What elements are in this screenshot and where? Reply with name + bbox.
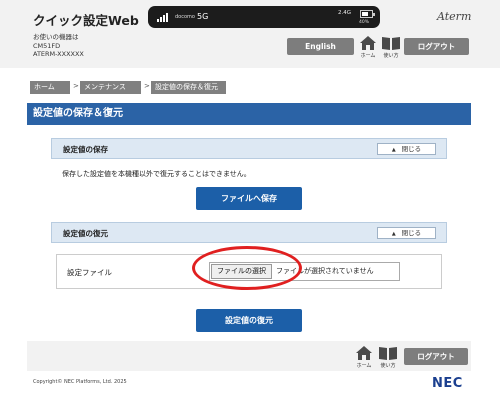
settings-file-label: 設定ファイル (67, 268, 112, 277)
close-label: 閉じる (401, 229, 422, 237)
device-name: ATERM-XXXXXX (33, 50, 84, 58)
save-section-close-button[interactable]: ▲ 閉じる (377, 143, 436, 155)
breadcrumb-separator: > (144, 82, 150, 90)
device-label: お使いの機器は (33, 33, 79, 41)
network-type: 5G (197, 12, 209, 21)
signal-icon (157, 13, 171, 22)
page-title: 設定値の保存＆復元 (27, 103, 471, 125)
help-link[interactable]: 使い方 (380, 35, 402, 59)
restore-settings-button[interactable]: 設定値の復元 (196, 309, 302, 332)
footer-help-label: 使い方 (380, 363, 396, 369)
book-icon (379, 347, 397, 360)
save-section-header: 設定値の保存 ▲ 閉じる (51, 138, 447, 159)
breadcrumb-home[interactable]: ホーム (30, 81, 70, 94)
home-icon (360, 36, 376, 50)
book-icon (382, 37, 400, 50)
brand-logo: Aterm (437, 10, 472, 23)
home-icon (356, 346, 372, 360)
footer-home-link[interactable]: ホーム (353, 345, 375, 369)
carrier-name: docomo (175, 14, 195, 20)
copyright: Copyright© NEC Platforms, Ltd. 2025 (33, 379, 127, 385)
breadcrumb-maintenance[interactable]: メンテナンス (80, 81, 141, 94)
app-title: クイック設定Web (33, 13, 139, 28)
footer-help-link[interactable]: 使い方 (377, 345, 399, 369)
highlight-circle (192, 246, 302, 290)
restore-section-close-button[interactable]: ▲ 閉じる (377, 227, 436, 239)
logout-button[interactable]: ログアウト (404, 38, 469, 55)
chevron-up-icon: ▲ (391, 147, 396, 153)
restore-section-title: 設定値の復元 (63, 229, 108, 238)
header-bar: クイック設定Web お使いの機器は CM51FD ATERM-XXXXXX do… (0, 0, 500, 68)
nec-logo: NEC (432, 376, 463, 391)
battery-icon (360, 10, 375, 18)
wifi-band: 2.4G (338, 10, 352, 16)
save-note: 保存した設定値を本機種以外で復元することはできません。 (62, 170, 251, 178)
breadcrumb-current: 設定値の保存＆復元 (151, 81, 226, 94)
chevron-up-icon: ▲ (391, 231, 396, 237)
battery-percent: 40% (359, 20, 370, 25)
device-info: お使いの機器は CM51FD ATERM-XXXXXX (33, 33, 84, 59)
save-section-title: 設定値の保存 (63, 145, 108, 154)
status-strip: docomo 5G 2.4G 40% (148, 6, 380, 28)
restore-section-header: 設定値の復元 ▲ 閉じる (51, 222, 447, 243)
help-label: 使い方 (383, 53, 399, 59)
footer-logout-button[interactable]: ログアウト (404, 348, 468, 365)
save-to-file-button[interactable]: ファイルへ保存 (196, 187, 302, 210)
breadcrumb-separator: > (73, 82, 79, 90)
device-model: CM51FD (33, 41, 61, 50)
footer-bar: ホーム 使い方 ログアウト (27, 341, 471, 371)
close-label: 閉じる (401, 145, 422, 153)
english-button[interactable]: English (287, 38, 354, 55)
